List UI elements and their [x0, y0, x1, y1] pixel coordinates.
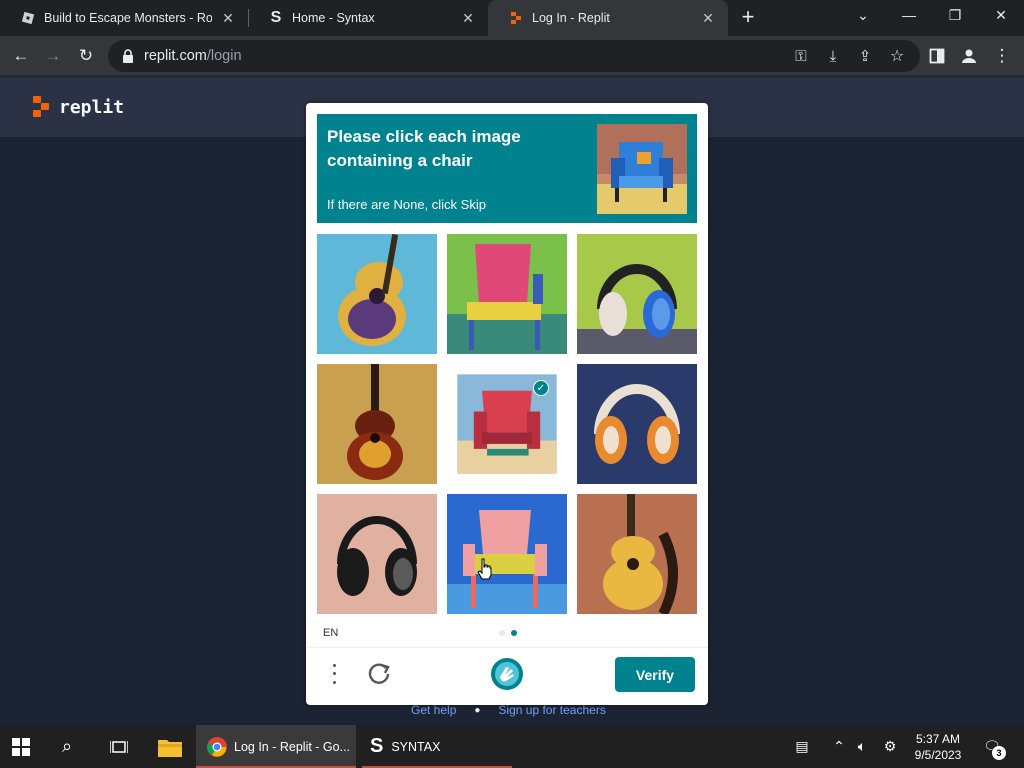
file-explorer-icon[interactable]: [158, 725, 182, 768]
footer-links: Get help ● Sign up for teachers: [411, 703, 606, 717]
image-tile-8[interactable]: [447, 494, 567, 614]
windows-taskbar: ⌕ Log In - Replit - Go... S SYNTAX ▤ ⌃ 🔈…: [0, 725, 1024, 768]
tab-syntax[interactable]: S Home - Syntax ✕: [248, 0, 488, 36]
volume-icon[interactable]: 🔈︎: [852, 725, 872, 768]
browser-toolbar: ← → ↻ replit.com/login ⚿ ⤓ ⇪ ☆ ⋮: [0, 36, 1024, 76]
divider: [306, 647, 708, 648]
page-dot: [499, 630, 505, 636]
profile-avatar-icon[interactable]: [956, 43, 982, 69]
taskbar-chrome-label: Log In - Replit - Go...: [234, 739, 351, 754]
hcaptcha-challenge: Please click each image containing a cha…: [306, 103, 708, 705]
tab-search-chevron-icon[interactable]: ⌄: [840, 0, 886, 30]
close-icon[interactable]: ✕: [220, 10, 236, 26]
restore-button[interactable]: ❐: [932, 0, 978, 30]
menu-dots-button[interactable]: [326, 661, 342, 687]
reload-icon[interactable]: ↻: [73, 43, 99, 69]
replit-logo[interactable]: replit: [33, 96, 124, 118]
roblox-icon: [20, 10, 36, 26]
brand-name: replit: [59, 96, 125, 118]
checkmark-icon: ✓: [533, 380, 549, 396]
image-tile-2[interactable]: [447, 234, 567, 354]
chevron-up-icon[interactable]: ⌃: [830, 725, 848, 768]
bookmark-star-icon[interactable]: ☆: [884, 43, 910, 69]
taskbar-syntax-button[interactable]: S SYNTAX: [362, 725, 512, 768]
image-tile-1[interactable]: [317, 234, 437, 354]
hcaptcha-logo-icon[interactable]: [490, 657, 524, 691]
image-tile-6[interactable]: [577, 364, 697, 484]
taskbar-syntax-label: SYNTAX: [391, 739, 441, 754]
get-help-link[interactable]: Get help: [411, 703, 456, 717]
image-tile-9[interactable]: [577, 494, 697, 614]
hand-cursor-icon: [477, 558, 492, 580]
image-tile-4[interactable]: [317, 364, 437, 484]
task-view-icon[interactable]: [110, 725, 128, 768]
chrome-icon: [207, 736, 227, 757]
back-arrow-icon[interactable]: ←: [8, 43, 34, 69]
image-tile-7[interactable]: [317, 494, 437, 614]
install-app-icon[interactable]: ⤓: [820, 43, 846, 69]
replit-icon: [508, 10, 524, 26]
example-chair-image: [597, 124, 687, 214]
key-icon[interactable]: ⚿: [788, 43, 814, 69]
language-selector[interactable]: EN: [323, 627, 338, 639]
prompt-subtitle: If there are None, click Skip: [327, 197, 486, 212]
share-icon[interactable]: ⇪: [852, 43, 878, 69]
close-icon[interactable]: ✕: [700, 10, 716, 26]
teachers-signup-link[interactable]: Sign up for teachers: [498, 703, 605, 717]
news-widget-icon[interactable]: ▤: [790, 725, 814, 768]
prompt-title: Please click each image containing a cha…: [327, 127, 521, 170]
forward-arrow-icon[interactable]: →: [40, 43, 66, 69]
tab-roblox[interactable]: Build to Escape Monsters - Roblox ✕: [0, 0, 248, 36]
tab-title: Log In - Replit: [532, 11, 610, 25]
settings-gear-icon[interactable]: ⚙: [880, 725, 900, 768]
notification-count-badge: 3: [992, 746, 1006, 760]
search-icon[interactable]: ⌕: [62, 725, 72, 768]
tab-title: Home - Syntax: [292, 11, 375, 25]
close-icon[interactable]: ✕: [460, 10, 476, 26]
refresh-icon: [368, 663, 390, 684]
kebab-menu-icon[interactable]: ⋮: [989, 43, 1015, 69]
refresh-challenge-button[interactable]: [366, 661, 392, 687]
image-tile-5[interactable]: ✓: [447, 364, 567, 484]
close-window-button[interactable]: ✕: [978, 0, 1024, 30]
image-tile-3[interactable]: [577, 234, 697, 354]
new-tab-button[interactable]: +: [736, 6, 760, 30]
syntax-s-icon: S: [270, 9, 282, 26]
clock-time: 5:37 AM: [915, 732, 961, 746]
tab-strip: Build to Escape Monsters - Roblox ✕ S Ho…: [0, 0, 1024, 36]
page-dot-active: [511, 630, 517, 636]
clock-date: 9/5/2023: [914, 748, 962, 762]
page-indicator: [499, 630, 517, 636]
windows-start-icon[interactable]: [12, 725, 30, 768]
taskbar-chrome-button[interactable]: Log In - Replit - Go...: [196, 725, 356, 768]
side-panel-icon[interactable]: [924, 43, 950, 69]
syntax-s-icon: S: [370, 735, 384, 757]
tab-title: Build to Escape Monsters - Roblox: [44, 11, 212, 25]
verify-button[interactable]: Verify: [615, 657, 695, 692]
replit-logo-icon: [33, 96, 51, 118]
minimize-button[interactable]: —: [886, 0, 932, 30]
link-separator: ●: [474, 704, 481, 716]
system-clock[interactable]: 5:37 AM 9/5/2023: [908, 731, 968, 763]
tab-replit[interactable]: Log In - Replit ✕: [488, 0, 728, 36]
challenge-prompt: Please click each image containing a cha…: [317, 114, 697, 223]
url-text: replit.com/login: [144, 48, 242, 64]
lock-icon: [123, 49, 133, 63]
